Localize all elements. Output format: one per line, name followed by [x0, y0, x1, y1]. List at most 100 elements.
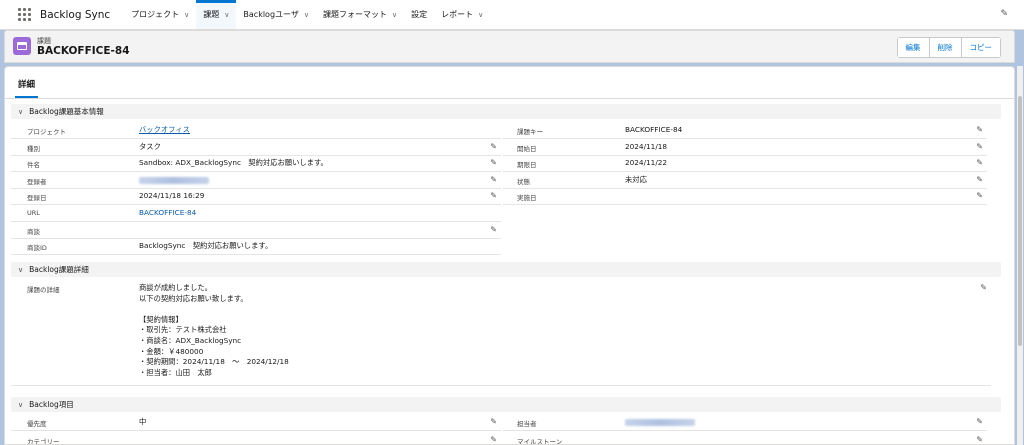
section-basic-header[interactable]: ∨ Backlog課題基本情報 — [11, 104, 1001, 119]
field-label: 課題キー — [517, 128, 543, 136]
field-label: 優先度 — [27, 420, 47, 428]
pencil-icon[interactable]: ✎ — [490, 435, 497, 444]
section-detail-title: Backlog課題詳細 — [29, 265, 89, 274]
field-label: URL — [27, 209, 40, 217]
nav-item-label: 課題 — [203, 10, 220, 19]
nav-item-5[interactable]: レポート ∨ — [434, 0, 490, 29]
app-name: Backlog Sync — [40, 8, 111, 21]
record-header: 課題 BACKOFFICE-84 編集 削除 コピー — [4, 30, 1015, 63]
field-label: 種別 — [27, 144, 40, 153]
pencil-icon[interactable]: ✎ — [976, 417, 983, 426]
field-label: プロジェクト — [27, 128, 66, 136]
field-row: 優先度 中 ✎ — [11, 415, 501, 431]
copy-button[interactable]: コピー — [961, 38, 1000, 57]
pencil-icon[interactable]: ✎ — [976, 158, 983, 167]
field-value: 2024/11/22 — [625, 158, 668, 168]
tab-bar: 詳細 — [5, 67, 1014, 99]
chevron-down-icon[interactable]: ∨ — [184, 11, 189, 19]
pencil-icon[interactable]: ✎ — [490, 175, 497, 184]
nav-item-label: Backlogユーザ — [243, 10, 299, 19]
pencil-icon[interactable]: ✎ — [490, 225, 497, 234]
field-row: 件名 Sandbox: ADX_BacklogSync 契約対応お願いします。 ✎ — [11, 156, 501, 173]
nav-item-1[interactable]: 課題 ∨ — [196, 0, 237, 29]
detail-line — [139, 304, 289, 315]
page-scrollbar[interactable] — [1017, 66, 1023, 445]
field-value — [625, 417, 695, 428]
nav-item-label: 課題フォーマット — [323, 10, 387, 19]
chevron-down-icon: ∨ — [18, 265, 24, 274]
section-detail-header[interactable]: ∨ Backlog課題詳細 — [11, 262, 1001, 277]
pencil-icon[interactable]: ✎ — [490, 142, 497, 151]
field-row: 開始日 2024/11/18 ✎ — [503, 140, 987, 156]
field-value: 未対応 — [625, 174, 647, 184]
field-value: BACKOFFICE-84 — [625, 125, 683, 134]
field-row: 商談 ✎ — [11, 223, 501, 239]
field-value[interactable]: BACKOFFICE-84 — [139, 208, 196, 217]
field-row: 商談ID BacklogSync 契約対応お願いします。 — [11, 239, 501, 256]
record-title: BACKOFFICE-84 — [37, 45, 130, 57]
field-row: 種別 タスク ✎ — [11, 140, 501, 156]
section-items-header[interactable]: ∨ Backlog項目 — [11, 397, 1001, 412]
redacted-value — [625, 419, 695, 426]
redacted-value — [139, 176, 209, 184]
field-row: 期限日 2024/11/22 ✎ — [503, 156, 987, 173]
chevron-down-icon: ∨ — [18, 400, 24, 409]
chevron-down-icon: ∨ — [18, 107, 24, 116]
tab-details[interactable]: 詳細 — [15, 78, 39, 98]
field-value: BacklogSync 契約対応お願いします。 — [139, 241, 273, 251]
pencil-icon[interactable]: ✎ — [976, 435, 983, 444]
detail-line: ・金額：￥480000 — [139, 346, 204, 356]
field-row: 実施日 ✎ — [503, 189, 987, 206]
field-label: カテゴリー — [27, 438, 60, 445]
field-value[interactable]: バックオフィス — [139, 125, 190, 135]
section-basic-title: Backlog課題基本情報 — [29, 107, 104, 116]
chevron-down-icon[interactable]: ∨ — [392, 11, 397, 19]
field-row: 課題キー BACKOFFICE-84 ✎ — [503, 123, 987, 139]
chevron-down-icon[interactable]: ∨ — [304, 11, 309, 19]
nav-item-2[interactable]: Backlogユーザ ∨ — [236, 0, 316, 29]
field-label: 登録日 — [27, 194, 47, 203]
field-label: 状態 — [517, 177, 530, 186]
issue-detail-text: 商談が成約しました。 以下の契約対応お願い致します。 【契約情報】 ・取引先：テスト株… — [139, 283, 289, 378]
edit-nav-pencil-icon[interactable]: ✎ — [1000, 9, 1008, 19]
pencil-icon[interactable]: ✎ — [980, 283, 987, 292]
field-label: 商談 — [27, 227, 40, 236]
detail-line: ・担当者：山田 太郎 — [139, 367, 212, 377]
chevron-down-icon[interactable]: ∨ — [224, 11, 229, 19]
pencil-icon[interactable]: ✎ — [976, 125, 983, 134]
field-value — [139, 175, 209, 186]
nav-item-label: レポート — [441, 10, 474, 19]
section-items-title: Backlog項目 — [29, 400, 74, 409]
field-value: 2024/11/18 16:29 — [139, 191, 205, 201]
top-navigation: Backlog Sync プロジェクト ∨ 課題 ∨ Backlogユーザ ∨ 課題フォーマ… — [0, 0, 1024, 30]
field-row: URL BACKOFFICE-84 — [11, 206, 501, 222]
pencil-icon[interactable]: ✎ — [490, 417, 497, 426]
field-row: マイルストーン ✎ — [503, 433, 987, 445]
field-issue-detail: 課題の詳細 商談が成約しました。 以下の契約対応お願い致します。 【契約情報】 ・取引… — [11, 279, 991, 386]
edit-button[interactable]: 編集 — [897, 38, 930, 57]
pencil-icon[interactable]: ✎ — [976, 191, 983, 200]
detail-line: 商談が成約しました。 — [139, 283, 212, 292]
field-value: 2024/11/18 — [625, 141, 668, 151]
pencil-icon[interactable]: ✎ — [976, 175, 983, 184]
pencil-icon[interactable]: ✎ — [490, 191, 497, 200]
nav-item-3[interactable]: 課題フォーマット ∨ — [316, 0, 404, 29]
field-row: 担当者 ✎ — [503, 415, 987, 431]
field-label: 商談ID — [27, 244, 47, 253]
nav-item-0[interactable]: プロジェクト ∨ — [124, 0, 196, 29]
pencil-icon[interactable]: ✎ — [976, 142, 983, 151]
detail-line: 以下の契約対応お願い致します。 — [139, 293, 248, 303]
chevron-down-icon[interactable]: ∨ — [478, 11, 483, 19]
nav-item-label: 設定 — [411, 10, 428, 19]
field-label: 課題の詳細 — [27, 286, 60, 294]
field-row: カテゴリー ✎ — [11, 433, 501, 445]
nav-item-4[interactable]: 設定 — [404, 0, 434, 29]
field-label: 担当者 — [517, 420, 537, 428]
nav-item-label: プロジェクト — [131, 10, 180, 19]
field-label: マイルストーン — [517, 438, 563, 445]
pencil-icon[interactable]: ✎ — [490, 158, 497, 167]
field-value: 中 — [139, 417, 147, 426]
delete-button[interactable]: 削除 — [929, 38, 962, 57]
scrollbar-thumb[interactable] — [1018, 96, 1022, 346]
app-launcher-waffle-icon[interactable] — [10, 0, 38, 29]
